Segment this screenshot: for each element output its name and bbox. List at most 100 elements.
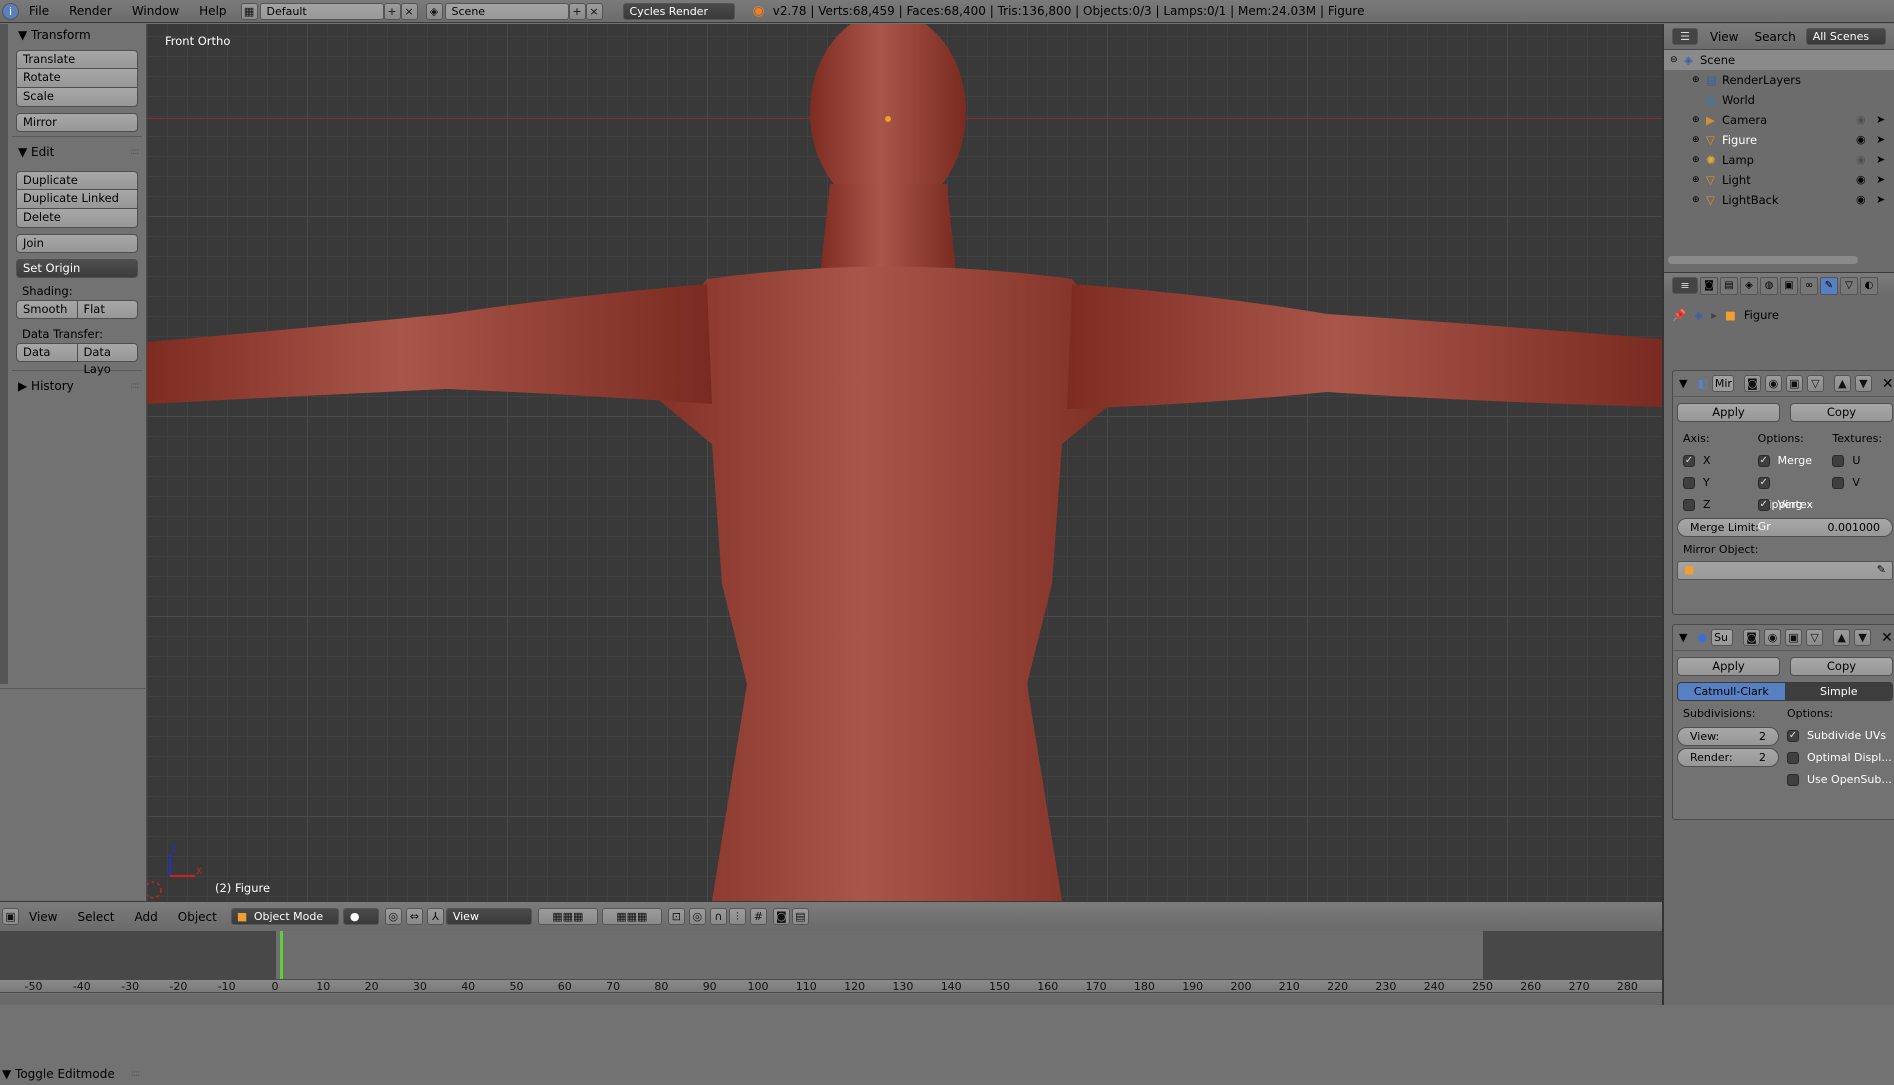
outliner-menu-view[interactable]: View xyxy=(1704,30,1744,44)
shading-select[interactable]: ● xyxy=(342,908,379,925)
cage-toggle-icon[interactable]: ▽ xyxy=(1806,629,1824,646)
object-tab-icon[interactable]: ▣ xyxy=(1780,276,1798,295)
outliner-item[interactable]: ◍ World xyxy=(1664,90,1894,110)
constraints-tab-icon[interactable]: ∞ xyxy=(1800,276,1818,295)
info-editor-icon[interactable]: i xyxy=(2,2,19,20)
timeline[interactable] xyxy=(0,931,1662,981)
editor-type-icon[interactable]: ▣ xyxy=(2,908,19,925)
visibility-eye-icon[interactable]: ◉ xyxy=(1856,170,1866,190)
view-levels-field[interactable]: View: 2 xyxy=(1677,727,1779,746)
outliner-item-name[interactable]: Scene xyxy=(1700,50,1735,70)
selectable-arrow-icon[interactable]: ➤ xyxy=(1876,170,1885,190)
expand-icon[interactable]: ⊕ xyxy=(1692,110,1700,130)
menu-window[interactable]: Window xyxy=(122,0,189,23)
duplicate-linked-button[interactable]: Duplicate Linked xyxy=(16,190,138,209)
scene-tab-icon[interactable]: ◈ xyxy=(1740,276,1758,295)
selectable-arrow-icon[interactable]: ➤ xyxy=(1876,150,1885,170)
outliner-item-name[interactable]: RenderLayers xyxy=(1722,70,1801,90)
add-scene-icon[interactable]: + xyxy=(568,2,586,20)
world-tab-icon[interactable]: ◍ xyxy=(1760,276,1778,295)
3d-cursor-icon[interactable] xyxy=(147,881,162,899)
edit-panel-header[interactable]: ▼ Edit:::: xyxy=(8,141,146,163)
material-tab-icon[interactable]: ◐ xyxy=(1860,276,1878,295)
layers-grid-2[interactable]: ▦▦▦ xyxy=(601,908,662,925)
transform-orientation-icon[interactable]: ⅄ xyxy=(426,908,444,925)
vertex-groups-checkbox[interactable]: ✓ Vertex Gr xyxy=(1757,494,1823,533)
expand-icon[interactable]: ⊕ xyxy=(1692,170,1700,190)
render-toggle-icon[interactable]: ◙ xyxy=(1743,629,1761,646)
expand-icon[interactable]: ⊕ xyxy=(1692,130,1700,150)
menu-object[interactable]: Object xyxy=(168,910,227,924)
snap-element-icon[interactable]: ⫶ xyxy=(728,908,746,925)
snap-icon[interactable]: ∩ xyxy=(709,908,727,925)
scene-selector-icon[interactable]: ◈ xyxy=(425,2,443,20)
outliner-item[interactable]: ⊕ ▽ Light ◉ ➤ xyxy=(1664,170,1894,190)
visibility-eye-icon[interactable]: ◉ xyxy=(1856,110,1866,130)
mirror-button[interactable]: Mirror xyxy=(16,113,138,132)
render-still-icon[interactable]: ◙ xyxy=(772,908,790,925)
menu-help[interactable]: Help xyxy=(189,0,236,23)
pin-icon[interactable]: 📌 xyxy=(1672,308,1686,322)
use-opensubdiv-checkbox[interactable]: Use OpenSub... xyxy=(1787,769,1894,791)
object-origin-dot[interactable] xyxy=(885,116,891,122)
subdivide-uvs-checkbox[interactable]: ✓ Subdivide UVs xyxy=(1787,725,1894,747)
outliner-item-name[interactable]: Figure xyxy=(1722,130,1757,150)
move-up-icon[interactable]: ▲ xyxy=(1833,629,1851,646)
figure-mesh[interactable]: Z X xyxy=(147,24,1662,901)
remove-scene-icon[interactable]: × xyxy=(585,2,603,20)
eyedropper-icon[interactable]: ✎ xyxy=(1877,562,1886,577)
selectable-arrow-icon[interactable]: ➤ xyxy=(1876,130,1885,150)
editmode-toggle-icon[interactable]: ▣ xyxy=(1785,375,1803,392)
data-layout-button[interactable]: Data Layo xyxy=(77,343,138,376)
proportional-edit-icon[interactable]: ◎ xyxy=(688,908,706,925)
axis-z-checkbox[interactable]: Z xyxy=(1683,494,1748,516)
expand-icon[interactable]: ⊕ xyxy=(1692,190,1700,210)
menu-render[interactable]: Render xyxy=(59,0,122,23)
pivot-icon[interactable]: ◎ xyxy=(384,908,402,925)
mode-select[interactable]: ■ Object Mode xyxy=(230,908,339,925)
remove-modifier-icon[interactable]: ✕ xyxy=(1881,630,1893,646)
translate-button[interactable]: Translate xyxy=(16,50,138,69)
duplicate-button[interactable]: Duplicate xyxy=(16,171,138,190)
outliner-item[interactable]: ⊕ ▽ Figure ◉ ➤ xyxy=(1664,130,1894,150)
outliner-item[interactable]: ⊕ ✺ Lamp ◉ ➤ xyxy=(1664,150,1894,170)
catmull-clark-toggle[interactable]: Catmull-Clark xyxy=(1677,682,1786,701)
viewport-toggle-icon[interactable]: ◉ xyxy=(1764,629,1782,646)
outliner-item[interactable]: ⊕ ▶ Camera ◉ ➤ xyxy=(1664,110,1894,130)
mirror-object-field[interactable]: ■ ✎ xyxy=(1677,561,1893,580)
axis-x-checkbox[interactable]: ✓ X xyxy=(1683,450,1748,472)
manipulator-icon[interactable]: ⇔ xyxy=(405,908,423,925)
expand-icon[interactable]: ⊕ xyxy=(1692,150,1700,170)
outliner-item-name[interactable]: Lamp xyxy=(1722,150,1754,170)
modifiers-tab-icon[interactable]: ✎ xyxy=(1820,276,1838,295)
visibility-eye-icon[interactable]: ◉ xyxy=(1856,130,1866,150)
operator-panel-header[interactable]: ▼ Toggle Editmode:::: xyxy=(0,1063,147,1085)
viewport-toggle-icon[interactable]: ◉ xyxy=(1764,375,1782,392)
visibility-eye-icon[interactable]: ◉ xyxy=(1856,190,1866,210)
shelf-tabs[interactable] xyxy=(0,24,8,684)
mirror-apply-button[interactable]: Apply xyxy=(1677,403,1780,422)
render-levels-field[interactable]: Render: 2 xyxy=(1677,748,1779,767)
delete-button[interactable]: Delete xyxy=(16,209,138,228)
collapse-icon[interactable]: ▼ xyxy=(1679,377,1687,390)
set-origin-dropdown[interactable]: Set Origin xyxy=(16,259,138,278)
move-down-icon[interactable]: ▼ xyxy=(1854,629,1872,646)
outliner-item-name[interactable]: Light xyxy=(1722,170,1751,190)
selectable-arrow-icon[interactable]: ➤ xyxy=(1876,110,1885,130)
render-tab-icon[interactable]: ◙ xyxy=(1700,276,1718,295)
history-panel-header[interactable]: ▶ History:::: xyxy=(8,375,146,397)
expand-icon[interactable]: ⊕ xyxy=(1692,70,1700,90)
rotate-button[interactable]: Rotate xyxy=(16,69,138,88)
timeline-ruler[interactable]: -50 -40 -30 -20 -10 0 10 20 30 40 50 60 70 80 90 100 110… xyxy=(0,979,1662,993)
menu-select[interactable]: Select xyxy=(67,910,124,924)
outliner-item-name[interactable]: Camera xyxy=(1722,110,1767,130)
axis-y-checkbox[interactable]: Y xyxy=(1683,472,1748,494)
render-layers-tab-icon[interactable]: ▤ xyxy=(1720,276,1738,295)
outliner-item[interactable]: ⊕ ▽ LightBack ◉ ➤ xyxy=(1664,190,1894,210)
data-tab-icon[interactable]: ▽ xyxy=(1840,276,1858,295)
outliner-item[interactable]: ⊕ ▤ RenderLayers xyxy=(1664,70,1894,90)
flat-button[interactable]: Flat xyxy=(77,300,138,319)
3d-viewport[interactable]: Z X Front Ortho (2) Figure xyxy=(147,24,1662,901)
orientation-select[interactable]: View xyxy=(445,908,532,925)
frame-cursor[interactable] xyxy=(279,931,283,981)
